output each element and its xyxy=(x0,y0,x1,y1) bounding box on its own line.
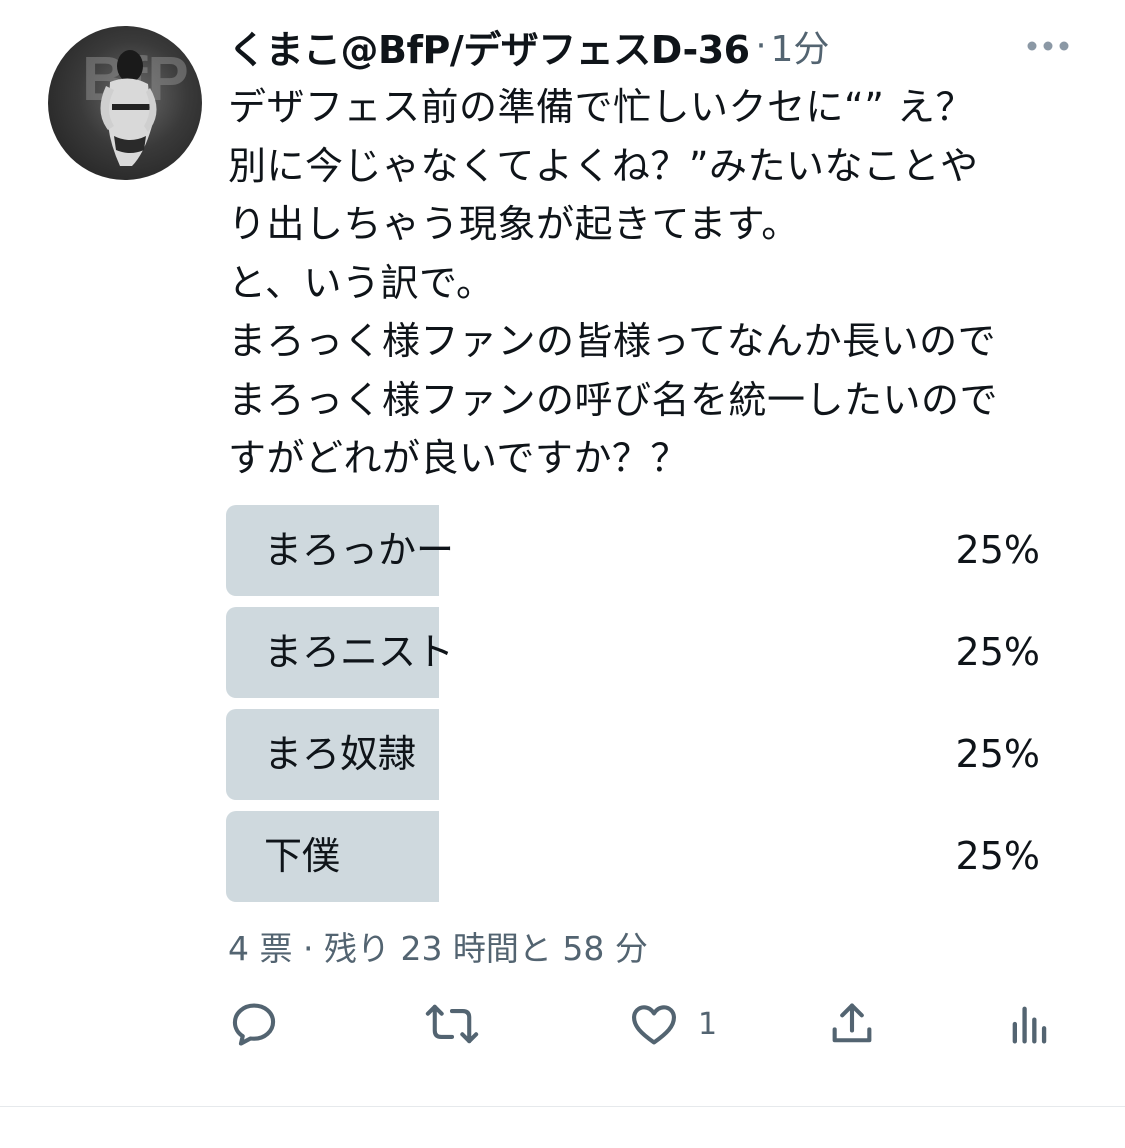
tweet-header: くまこ@BfP/デザフェスD-36 · 1分 xyxy=(228,20,1088,72)
reply-button[interactable] xyxy=(228,996,280,1052)
share-icon xyxy=(826,998,878,1050)
poll-option-label: まろニスト xyxy=(264,630,455,674)
poll-option-percent: 25% xyxy=(955,732,1040,776)
poll-option-label: まろっかー xyxy=(264,528,455,572)
analytics-icon xyxy=(1004,998,1056,1050)
like-heart-icon xyxy=(628,998,680,1050)
tweet-text: デザフェス前の準備で忙しいクセに“” え？ 別に今じゃなくてよくね？”みたいなこ… xyxy=(228,85,999,480)
timestamp[interactable]: 1分 xyxy=(770,20,829,72)
like-count: 1 xyxy=(698,1006,718,1042)
analytics-button[interactable] xyxy=(1004,996,1056,1052)
more-dots-icon[interactable] xyxy=(1018,24,1078,68)
retweet-icon xyxy=(424,998,480,1050)
poll-option-percent: 25% xyxy=(955,630,1040,674)
action-bar: 1 xyxy=(228,996,1068,1052)
poll-meta: 4 票 · 残り 23 時間と 58 分 xyxy=(228,929,648,968)
header-separator: · xyxy=(755,26,767,66)
poll-option[interactable]: まろニスト 25% xyxy=(226,607,1056,698)
retweet-button[interactable] xyxy=(424,996,480,1052)
share-button[interactable] xyxy=(826,996,878,1052)
avatar-photo: BfP xyxy=(82,45,189,166)
avatar[interactable]: BfP xyxy=(48,26,202,180)
divider xyxy=(0,1106,1125,1107)
poll-option[interactable]: 下僕 25% xyxy=(226,811,1056,902)
poll-option[interactable]: まろ奴隷 25% xyxy=(226,709,1056,800)
like-button[interactable]: 1 xyxy=(628,996,717,1052)
poll-option-label: 下僕 xyxy=(264,834,341,878)
poll-option-label: まろ奴隷 xyxy=(264,732,417,776)
reply-icon xyxy=(228,998,280,1050)
poll-option[interactable]: まろっかー 25% xyxy=(226,505,1056,596)
poll-option-percent: 25% xyxy=(955,528,1040,572)
display-name[interactable]: くまこ@BfP/デザフェスD-36 xyxy=(228,19,750,74)
poll-option-percent: 25% xyxy=(955,834,1040,878)
poll: まろっかー 25% まろニスト 25% まろ奴隷 25% 下僕 25% xyxy=(226,505,1056,913)
